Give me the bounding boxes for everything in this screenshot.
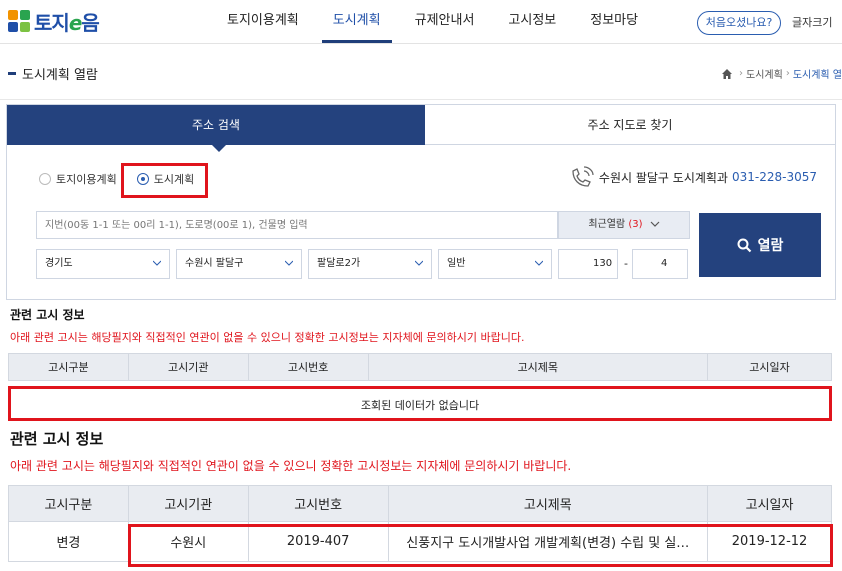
chevron-down-icon xyxy=(285,260,293,266)
chevron-down-icon xyxy=(153,260,161,266)
land-type-select[interactable]: 일반 xyxy=(438,249,552,279)
site-logo[interactable]: 토지e음 xyxy=(8,8,100,35)
radio-land-use-plan[interactable]: 토지이용계획 xyxy=(39,171,117,187)
search-icon xyxy=(737,238,751,252)
notice-section-title: 관련 고시 정보 xyxy=(10,308,85,322)
dong-select[interactable]: 팔달로2가 xyxy=(308,249,432,279)
recent-count: (3) xyxy=(628,219,643,230)
home-icon[interactable] xyxy=(722,68,732,79)
highlight-box-result-row xyxy=(128,524,833,567)
main-nav: 토지이용계획 도시계획 규제안내서 고시정보 정보마당 xyxy=(210,0,655,44)
column-header: 고시번호 xyxy=(247,353,369,381)
breadcrumb-separator-icon: › xyxy=(785,68,790,79)
notice-section-title: 관련 고시 정보 xyxy=(10,430,104,448)
highlight-box-radio xyxy=(121,163,208,198)
chevron-down-icon xyxy=(415,260,423,266)
nav-urban-plan[interactable]: 도시계획 xyxy=(316,0,398,44)
tab-address-search[interactable]: 주소 검색 xyxy=(7,105,425,152)
title-bullet-icon xyxy=(8,72,16,75)
cell-notice-type: 변경 xyxy=(8,521,129,562)
recent-view-dropdown[interactable]: 최근열람 (3) xyxy=(558,211,690,239)
main-lot-number-input[interactable]: 130 xyxy=(558,249,618,279)
first-visit-button[interactable]: 처음오셨나요? xyxy=(697,11,781,35)
column-header: 고시일자 xyxy=(707,353,832,381)
nav-regulation-guide[interactable]: 규제안내서 xyxy=(398,0,492,44)
search-tabs: 주소 검색 주소 지도로 찾기 xyxy=(7,105,835,152)
view-button[interactable]: 열람 xyxy=(699,213,821,277)
column-header: 고시번호 xyxy=(247,485,389,522)
font-size-button[interactable]: 글자크기 xyxy=(792,11,832,35)
breadcrumb: › 도시계획 › 도시계획 열 xyxy=(722,66,842,81)
chevron-down-icon xyxy=(650,221,660,227)
breadcrumb-current[interactable]: 도시계획 열 xyxy=(793,66,842,81)
column-header: 고시기관 xyxy=(127,485,249,522)
logo-text: 토지e음 xyxy=(34,10,100,35)
table-header-row: 고시구분 고시기관 고시번호 고시제목 고시일자 xyxy=(8,353,832,381)
nav-notice-info[interactable]: 고시정보 xyxy=(491,0,573,44)
column-header: 고시일자 xyxy=(707,485,832,522)
column-header: 고시제목 xyxy=(367,353,709,381)
site-header: 토지e음 토지이용계획 도시계획 규제안내서 고시정보 정보마당 처음오셨나요?… xyxy=(0,0,842,44)
city-select[interactable]: 수원시 팔달구 xyxy=(176,249,302,279)
tab-map-search[interactable]: 주소 지도로 찾기 xyxy=(425,105,835,145)
lot-number-dash: - xyxy=(624,257,628,270)
empty-result-message: 조회된 데이터가 없습니다 xyxy=(8,386,832,421)
logo-mark-icon xyxy=(8,10,30,32)
province-select[interactable]: 경기도 xyxy=(36,249,170,279)
column-header: 고시구분 xyxy=(8,353,129,381)
breadcrumb-item[interactable]: 도시계획 xyxy=(746,66,783,81)
phone-icon xyxy=(572,166,594,187)
sub-lot-number-input[interactable]: 4 xyxy=(632,249,688,279)
contact-label: 수원시 팔달구 도시계획과 xyxy=(598,170,728,185)
page-title-row: 도시계획 열람 › 도시계획 › 도시계획 열 xyxy=(0,44,842,100)
column-header: 고시구분 xyxy=(8,485,129,522)
search-panel: 주소 검색 주소 지도로 찾기 토지이용계획 도시계획 수원시 팔달구 도시계획… xyxy=(6,104,836,300)
radio-unchecked-icon xyxy=(39,173,51,185)
notice-warning-text: 아래 관련 고시는 해당필지와 직접적인 연관이 없을 수 있으니 정확한 고시… xyxy=(10,459,572,473)
nav-land-use-plan[interactable]: 토지이용계획 xyxy=(210,0,316,44)
contact-info: 수원시 팔달구 도시계획과 031-228-3057 xyxy=(569,165,817,189)
nav-info-square[interactable]: 정보마당 xyxy=(573,0,655,44)
notice-table: 고시구분 고시기관 고시번호 고시제목 고시일자 xyxy=(8,353,832,381)
chevron-down-icon xyxy=(535,260,543,266)
column-header: 고시기관 xyxy=(127,353,249,381)
table-header-row: 고시구분 고시기관 고시번호 고시제목 고시일자 xyxy=(8,485,832,522)
breadcrumb-separator-icon: › xyxy=(739,68,743,79)
column-header: 고시제목 xyxy=(387,485,709,522)
contact-phone[interactable]: 031-228-3057 xyxy=(732,170,817,184)
address-search-input[interactable] xyxy=(36,211,558,239)
page-title: 도시계획 열람 xyxy=(8,64,98,83)
notice-warning-text: 아래 관련 고시는 해당필지와 직접적인 연관이 없을 수 있으니 정확한 고시… xyxy=(10,331,525,344)
